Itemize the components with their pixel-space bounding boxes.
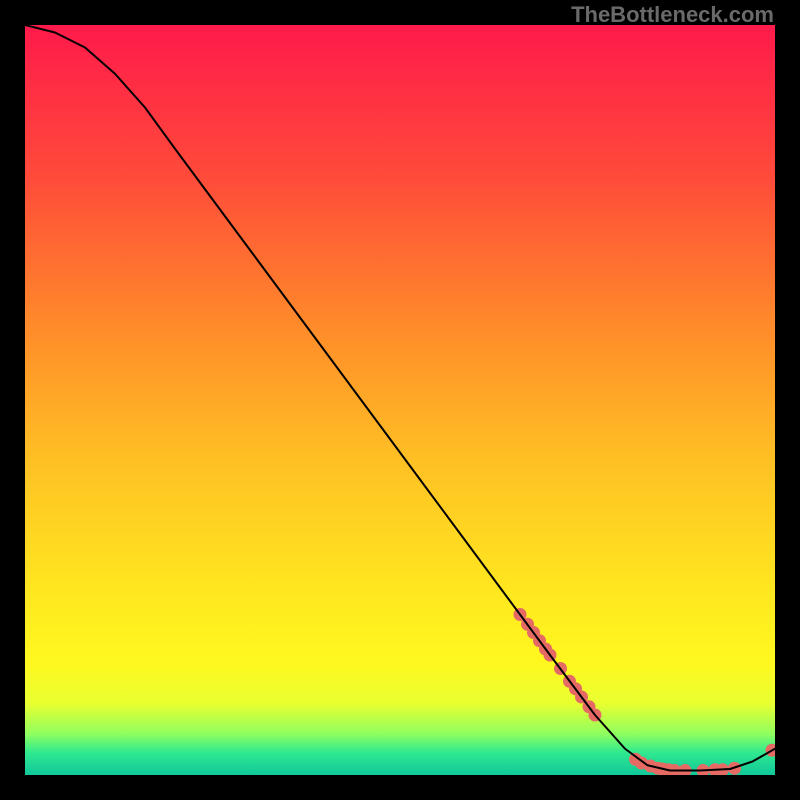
chart-stage: TheBottleneck.com bbox=[0, 0, 800, 800]
bottleneck-chart bbox=[25, 25, 775, 775]
chart-background bbox=[25, 25, 775, 775]
